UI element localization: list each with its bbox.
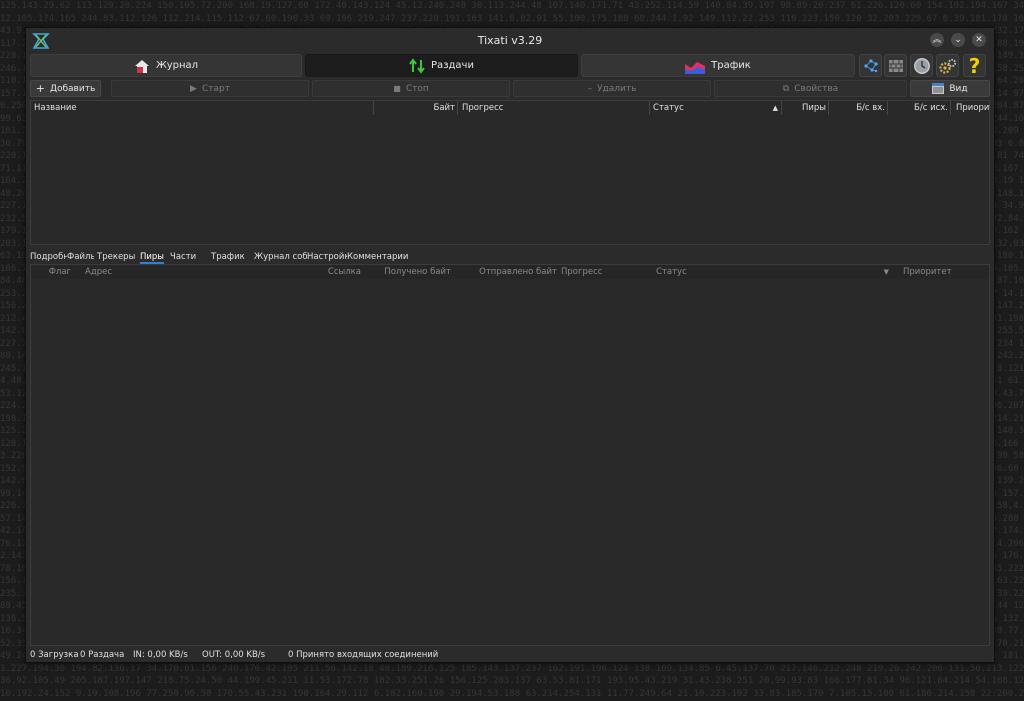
- status-seeds: 0 Раздача: [80, 650, 125, 660]
- clock-icon: [913, 57, 930, 74]
- add-label: Добавить: [49, 83, 96, 94]
- col-peer-status-header[interactable]: Статус ▼: [656, 265, 891, 279]
- status-downloads: 0 Загрузка: [30, 650, 79, 660]
- delete-label: Удалить: [597, 83, 637, 94]
- transfer-arrows-icon: [409, 57, 425, 74]
- nav-transfers-label: Раздачи: [431, 60, 474, 71]
- chevrons-up-icon: ︽: [932, 35, 942, 45]
- scheduler-button[interactable]: [910, 54, 933, 77]
- tab-peers[interactable]: Пиры: [140, 252, 165, 264]
- tab-pieces[interactable]: Части: [170, 252, 196, 262]
- stop-label: Стоп: [405, 83, 429, 94]
- help-button[interactable]: ?: [963, 54, 986, 77]
- col-link-header[interactable]: Ссылка: [299, 265, 361, 279]
- properties-icon: ⧉: [782, 83, 790, 94]
- maximize-button[interactable]: ︽: [930, 33, 944, 47]
- transfers-table[interactable]: Название Байт Прогресс Статус ▲ Пиры Б/с…: [30, 100, 990, 245]
- status-out-rate: OUT: 0,00 KB/s: [202, 650, 266, 660]
- tab-event-log[interactable]: Журнал событий: [254, 252, 307, 262]
- col-priority-header[interactable]: Приоритет: [956, 101, 990, 115]
- nav-traffic-button[interactable]: Трафик: [581, 54, 855, 77]
- sort-ascending-icon: ▲: [772, 104, 778, 112]
- minus-icon: –: [587, 83, 593, 94]
- nav-log-button[interactable]: Журнал: [30, 54, 302, 77]
- app-window: Tixati v3.29 ︽ ⌄ ✕ Журнал Раздачи Трафик…: [25, 27, 995, 663]
- network-nodes-icon: [863, 58, 878, 72]
- nav-traffic-label: Трафик: [711, 60, 751, 71]
- gears-icon: [938, 58, 956, 74]
- peers-table[interactable]: Флаг Адрес Ссылка Получено байт Отправле…: [30, 264, 990, 646]
- delete-button[interactable]: – Удалить: [513, 80, 711, 97]
- col-flag-header[interactable]: Флаг: [45, 265, 71, 279]
- col-sent-header[interactable]: Отправлено байт: [459, 265, 557, 279]
- col-status-header[interactable]: Статус ▲: [653, 101, 782, 115]
- tab-comments[interactable]: Комментарии: [347, 252, 408, 262]
- col-name-header[interactable]: Название: [34, 101, 374, 115]
- nav-log-label: Журнал: [155, 60, 199, 71]
- nav-transfers-button[interactable]: Раздачи: [305, 54, 578, 77]
- col-received-header[interactable]: Получено байт: [367, 265, 451, 279]
- tab-trackers[interactable]: Трекеры: [97, 252, 135, 262]
- house-icon: [134, 59, 149, 73]
- bandwidth-button[interactable]: [884, 54, 907, 77]
- stop-icon: ■: [393, 84, 401, 93]
- firewall-icon: [888, 59, 903, 72]
- start-label: Старт: [201, 83, 230, 94]
- col-bytes-header[interactable]: Байт: [374, 101, 458, 115]
- view-button[interactable]: Вид: [910, 80, 990, 97]
- view-list-icon: [932, 83, 945, 94]
- transfers-table-header: Название Байт Прогресс Статус ▲ Пиры Б/с…: [31, 101, 990, 115]
- tab-files[interactable]: Файлы: [67, 252, 94, 262]
- tab-options[interactable]: Настройки: [307, 252, 347, 262]
- chevron-down-icon: ⌄: [954, 35, 962, 45]
- stop-button[interactable]: ■ Стоп: [312, 80, 510, 97]
- start-button[interactable]: ▶ Старт: [111, 80, 309, 97]
- col-address-header[interactable]: Адрес: [85, 265, 285, 279]
- col-in-rate-header[interactable]: Б/с вх.: [830, 101, 888, 115]
- view-label: Вид: [949, 83, 968, 94]
- col-peer-progress-header[interactable]: Прогресс: [561, 265, 651, 279]
- traffic-graph-icon: [685, 61, 706, 74]
- sort-descending-icon: ▼: [883, 268, 889, 276]
- add-button[interactable]: + Добавить: [30, 80, 101, 97]
- play-icon: ▶: [190, 83, 197, 94]
- status-incoming: 0 Принято входящих соединений: [288, 650, 439, 660]
- tab-traffic[interactable]: Трафик: [211, 252, 245, 262]
- properties-label: Свойства: [794, 83, 839, 94]
- plus-icon: +: [35, 82, 45, 95]
- col-peers-header[interactable]: Пиры: [782, 101, 829, 115]
- status-in-rate: IN: 0,00 KB/s: [133, 650, 188, 660]
- col-progress-header[interactable]: Прогресс: [462, 101, 650, 115]
- close-button[interactable]: ✕: [972, 33, 986, 47]
- col-peer-priority-header[interactable]: Приоритет: [903, 265, 963, 279]
- properties-button[interactable]: ⧉ Свойства: [714, 80, 907, 97]
- close-icon: ✕: [975, 35, 983, 45]
- minimize-button[interactable]: ⌄: [951, 33, 965, 47]
- window-title: Tixati v3.29: [477, 34, 543, 47]
- tab-details[interactable]: Подробности: [30, 252, 67, 262]
- col-out-rate-header[interactable]: Б/с исх.: [889, 101, 951, 115]
- peers-table-header: Флаг Адрес Ссылка Получено байт Отправле…: [31, 265, 989, 279]
- help-icon: ?: [968, 53, 981, 78]
- dht-button[interactable]: [859, 54, 882, 77]
- title-bar[interactable]: Tixati v3.29 ︽ ⌄ ✕: [26, 28, 994, 52]
- settings-button[interactable]: [936, 54, 959, 77]
